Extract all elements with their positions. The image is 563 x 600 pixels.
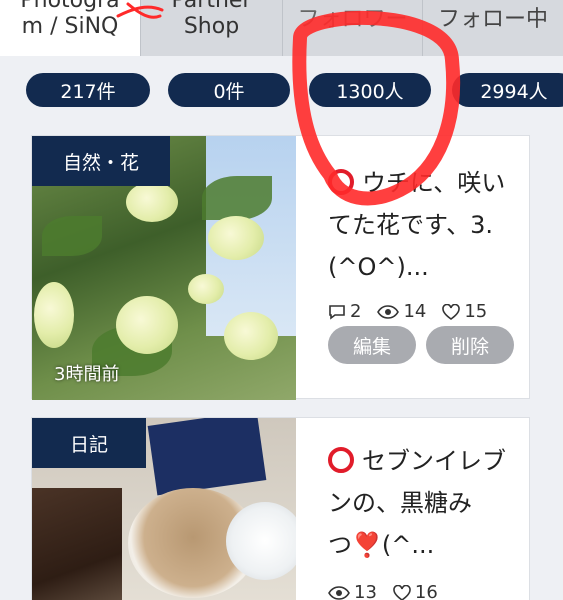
tab-photogram-sinq[interactable]: Photogra m / SiNQ [0,0,140,56]
post-title[interactable]: ウチに、咲いてた花です、3.(^O^)... [328,162,518,288]
flower-cluster [224,312,278,360]
post-title[interactable]: セブンイレブンの、黒糖みつ❣️(^... [328,440,518,566]
leaf-decoration [202,176,272,220]
tab-followers[interactable]: フォロワー [282,0,422,56]
tab-label-line2: m / SiNQ [21,14,119,39]
red-circle-icon [328,447,354,473]
tab-label: フォロー中 [437,7,548,32]
shop-count-badge[interactable]: 0件 [168,73,290,107]
comment-icon [329,304,345,320]
edit-button[interactable]: 編集 [328,326,416,364]
heart-icon [442,303,461,320]
post-stats: 13 16 [328,582,448,600]
leaf-decoration [42,216,102,256]
tab-following[interactable]: フォロー中 [422,0,563,56]
post-card[interactable]: 日記 セブンイレブンの、黒糖みつ❣️(^... 13 16 [31,417,530,600]
eye-icon [328,585,350,600]
following-count-badge[interactable]: 2994人 [452,73,563,107]
tab-label-line1: Photogra [20,0,120,13]
flower-cluster [208,216,264,260]
comment-stat: 2 [328,301,361,322]
like-count: 15 [464,301,488,322]
eye-icon [377,304,400,319]
like-count: 16 [414,582,438,600]
posts-count-badge[interactable]: 217件 [26,73,150,107]
product-package [147,418,267,496]
post-thumbnail[interactable]: 自然・花 3時間前 [32,136,296,400]
comment-count: 2 [350,301,362,322]
view-stat: 14 [377,301,426,322]
flower-cluster [126,182,178,222]
tab-label: フォロワー [297,7,408,32]
post-stats: 2 14 15 [328,301,497,322]
post-title-text: セブンイレブンの、黒糖みつ❣️(^... [328,447,506,559]
tab-label-line1: Partner [171,0,252,13]
delete-button[interactable]: 削除 [426,326,514,364]
red-circle-icon [328,169,354,195]
view-count: 13 [354,582,377,600]
tab-label-line2: Shop [183,14,240,39]
post-thumbnail[interactable]: 日記 [32,418,296,600]
tab-partner-shop[interactable]: Partner Shop [140,0,282,56]
post-title-text: ウチに、咲いてた花です、3.(^O^)... [328,169,506,281]
post-time: 3時間前 [54,364,120,385]
flower-cluster [34,282,74,348]
heart-icon [393,584,411,600]
cup-lid [226,502,296,580]
view-stat: 13 [328,582,377,600]
chocolate-snack [32,488,122,600]
followers-count-badge[interactable]: 1300人 [309,73,431,107]
flower-cluster [116,296,178,354]
tab-bar: Photogra m / SiNQ Partner Shop フォロワー フォロ… [0,0,563,56]
category-badge: 自然・花 [32,136,170,186]
like-stat: 15 [442,301,487,322]
category-badge: 日記 [32,418,146,468]
view-count: 14 [403,301,427,322]
flower-cluster [188,274,224,304]
like-stat: 16 [393,582,438,600]
post-card[interactable]: 自然・花 3時間前 ウチに、咲いてた花です、3.(^O^)... 2 14 15… [31,135,530,400]
